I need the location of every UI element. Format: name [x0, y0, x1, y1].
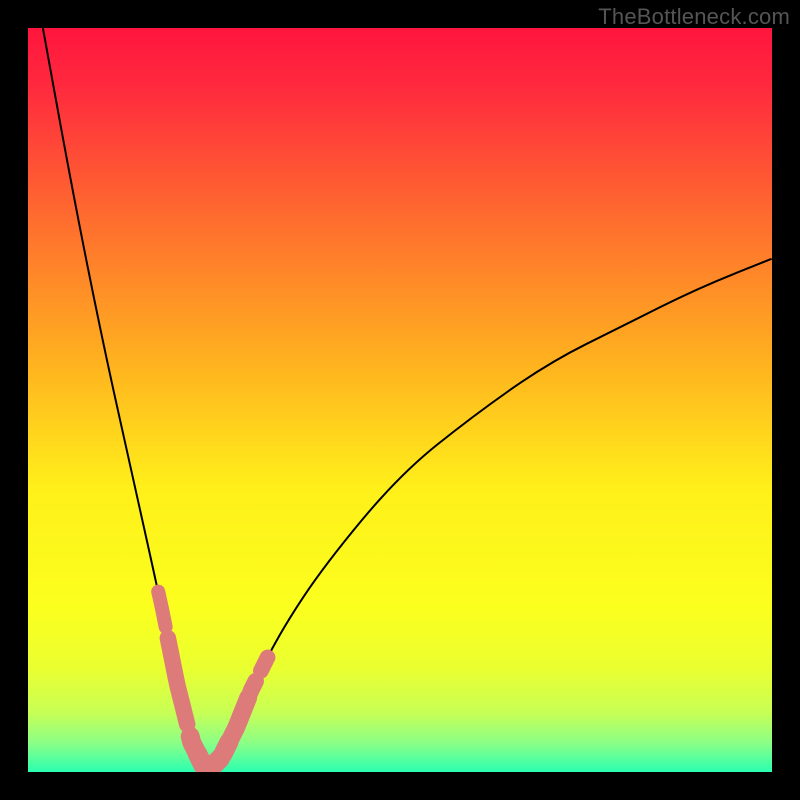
- highlight-segment: [158, 592, 165, 627]
- highlight-segment: [168, 638, 187, 724]
- highlight-segment: [230, 698, 248, 740]
- highlight-segment: [250, 681, 255, 692]
- highlight-segment: [261, 657, 268, 670]
- plot-area: [28, 28, 772, 772]
- chart-frame: TheBottleneck.com: [0, 0, 800, 800]
- attribution-label: TheBottleneck.com: [598, 4, 790, 30]
- bottleneck-curve: [28, 28, 772, 772]
